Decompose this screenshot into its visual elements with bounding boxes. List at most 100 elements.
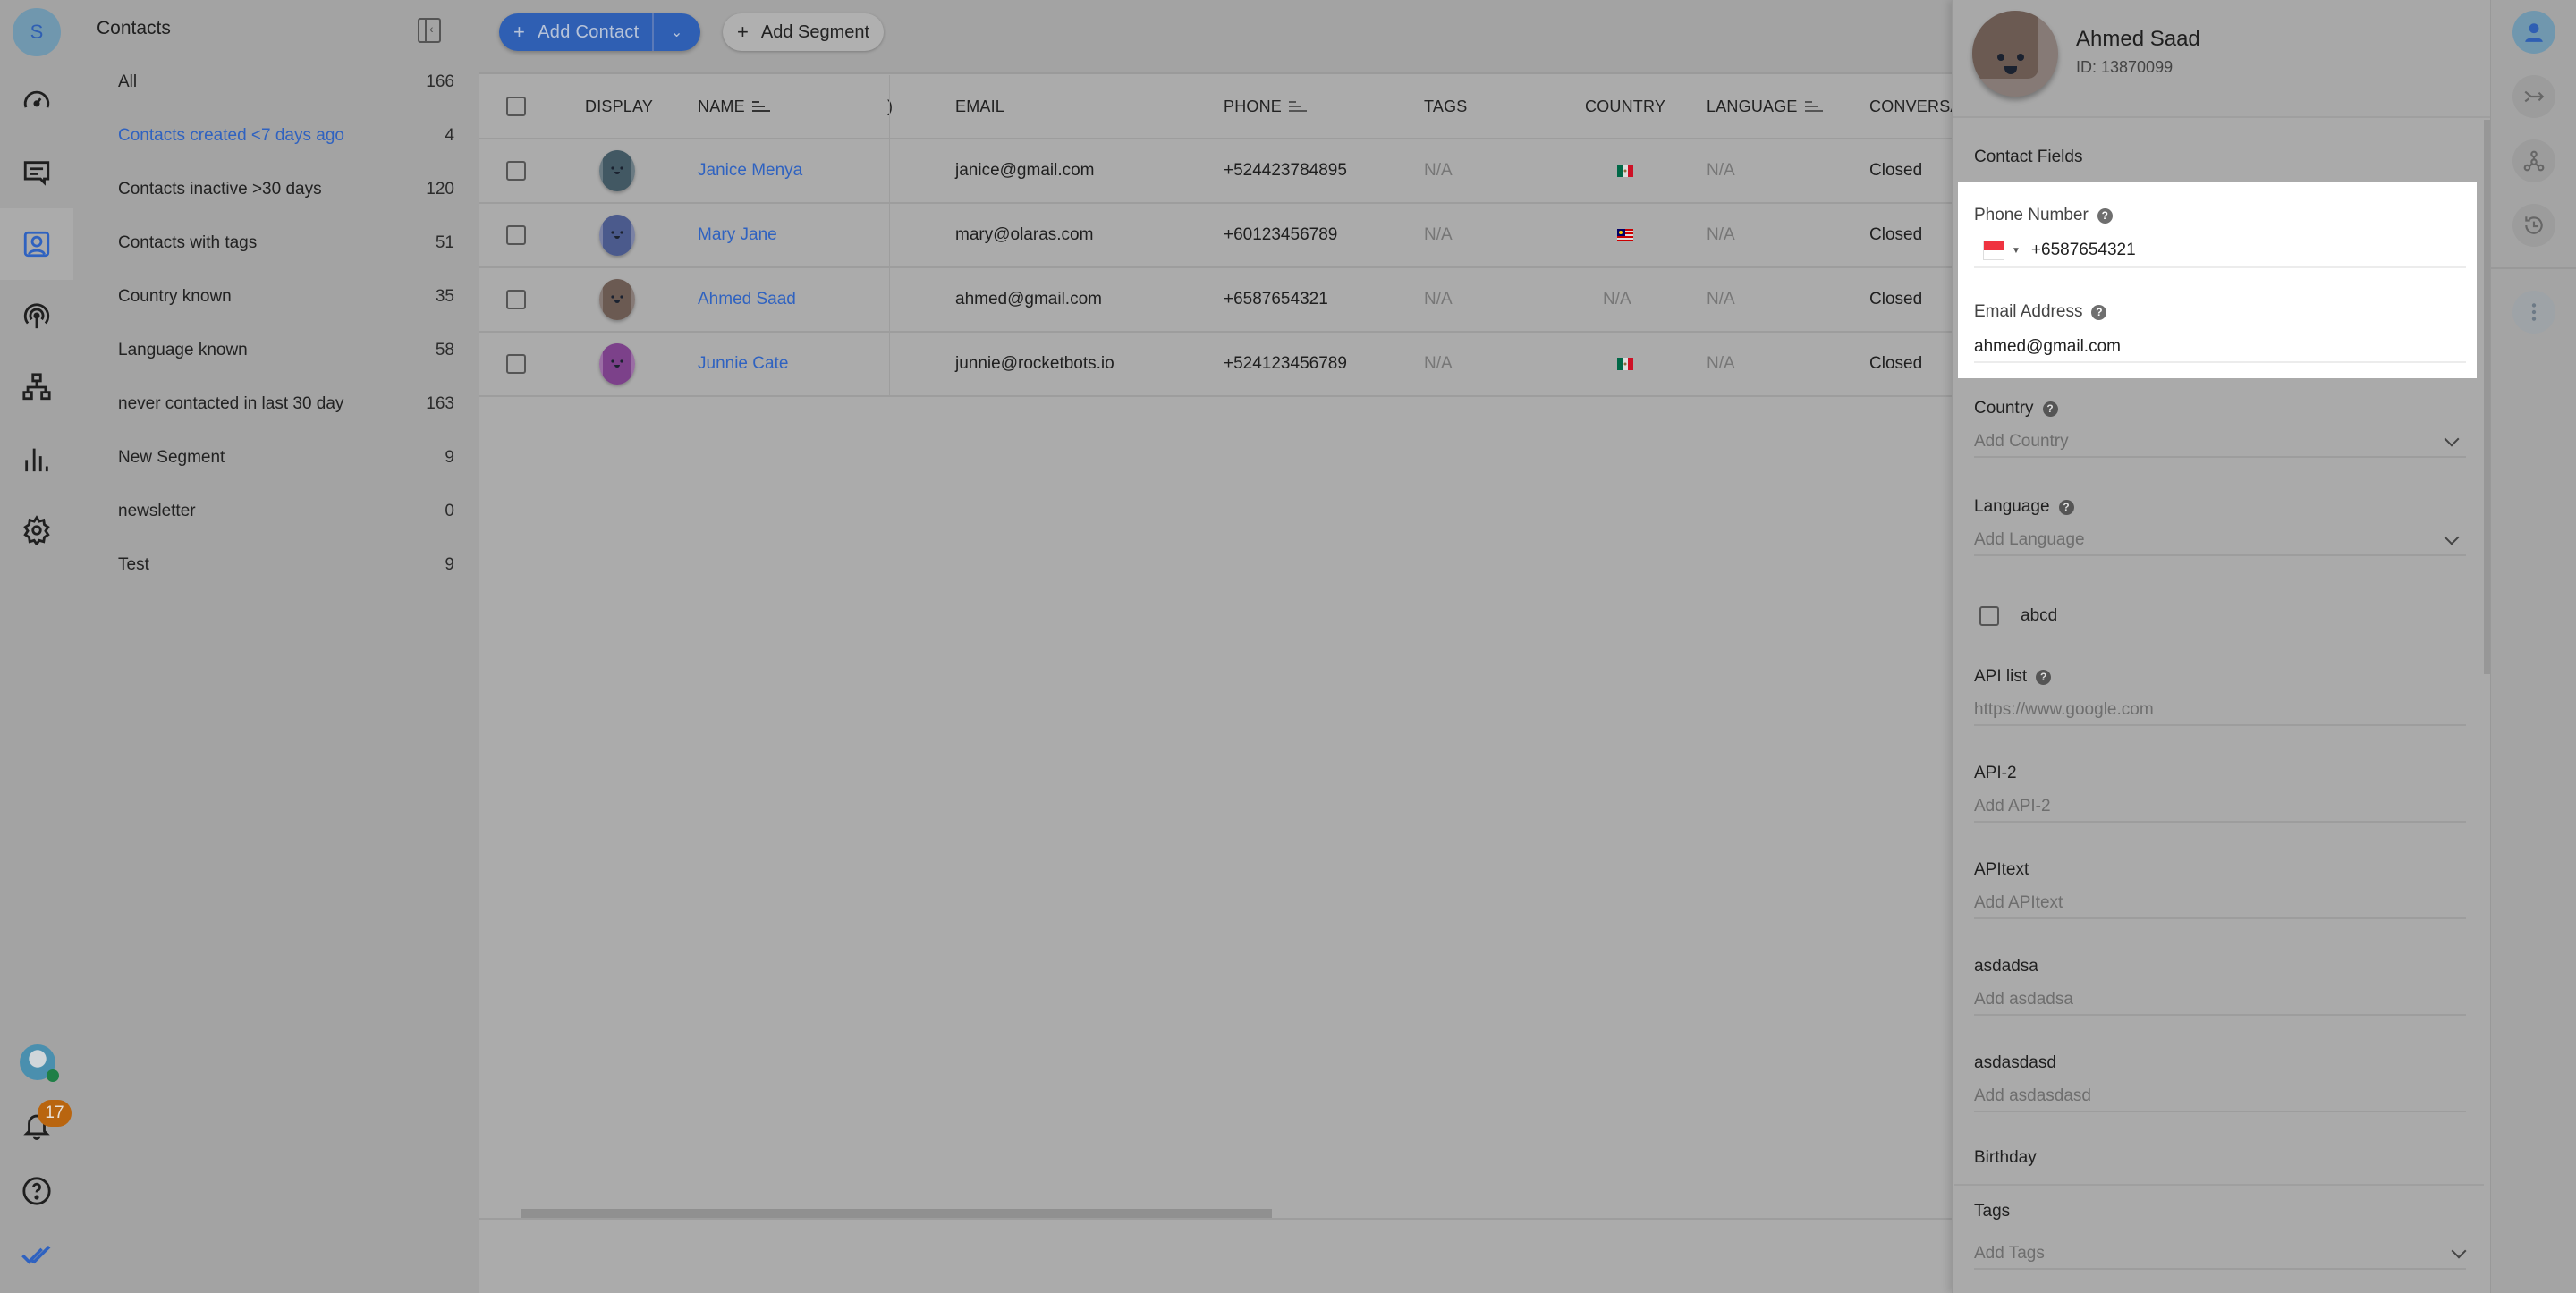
table-row[interactable]: Ahmed Saad ahmed@gmail.com +6587654321 N/A N… bbox=[479, 268, 1952, 333]
asdadsa-input[interactable]: Add asdadsa bbox=[1974, 985, 2466, 1016]
segment-item[interactable]: newsletter 0 bbox=[73, 485, 479, 538]
email-field: Email Address? ahmed@gmail.com bbox=[1974, 302, 2466, 363]
sort-icon[interactable] bbox=[1289, 100, 1308, 113]
tags-cell: N/A bbox=[1424, 161, 1453, 180]
tags-cell: N/A bbox=[1424, 290, 1453, 308]
integrations-button[interactable] bbox=[2512, 139, 2555, 182]
tags-field: Add Tags bbox=[1974, 1239, 2467, 1270]
table-row[interactable]: Mary Jane mary@olaras.com +60123456789 N/A N… bbox=[479, 204, 1952, 268]
merge-button[interactable] bbox=[2512, 75, 2555, 118]
add-contact-dropdown-button[interactable]: ⌄ bbox=[654, 13, 700, 51]
row-checkbox[interactable] bbox=[506, 290, 526, 309]
contact-name-link[interactable]: Janice Menya bbox=[698, 139, 802, 202]
column-header-phone[interactable]: PHONE bbox=[1224, 75, 1308, 138]
contact-name-link[interactable]: Junnie Cate bbox=[698, 333, 788, 395]
language-field: Language? Add Language bbox=[1974, 497, 2466, 556]
singapore-flag-icon[interactable] bbox=[1983, 241, 2004, 260]
language-cell: N/A bbox=[1707, 354, 1735, 373]
row-cell bbox=[506, 333, 526, 395]
row-checkbox[interactable] bbox=[506, 161, 526, 181]
apitext-input[interactable]: Add APItext bbox=[1974, 889, 2466, 919]
email-cell: junnie@rocketbots.io bbox=[955, 354, 1114, 373]
broadcast-icon bbox=[23, 303, 50, 329]
abcd-checkbox[interactable] bbox=[1979, 606, 1999, 626]
help-icon[interactable]: ? bbox=[2097, 207, 2113, 224]
chevron-left-icon: ‹ bbox=[429, 21, 434, 36]
more-options-button[interactable] bbox=[2512, 291, 2555, 334]
language-select[interactable]: Add Language bbox=[1974, 526, 2466, 556]
history-button[interactable] bbox=[2512, 204, 2555, 247]
help-icon[interactable]: ? bbox=[2042, 401, 2058, 417]
gear-icon bbox=[23, 515, 50, 545]
country-placeholder: Add Country bbox=[1974, 432, 2069, 451]
segment-item[interactable]: Country known 35 bbox=[73, 270, 479, 324]
caret-down-icon[interactable]: ▼ bbox=[2012, 246, 2021, 256]
contact-name-link[interactable]: Ahmed Saad bbox=[698, 268, 796, 331]
segment-item[interactable]: never contacted in last 30 day 163 bbox=[73, 377, 479, 431]
segment-item[interactable]: Contacts with tags 51 bbox=[73, 216, 479, 270]
country-select[interactable]: Add Country bbox=[1974, 427, 2466, 458]
contact-header: Ahmed Saad ID: 13870099 bbox=[1953, 0, 2491, 118]
nav-reports[interactable] bbox=[0, 423, 73, 494]
segment-item[interactable]: New Segment 9 bbox=[73, 431, 479, 485]
nav-workflows[interactable] bbox=[0, 351, 73, 423]
workspace-avatar[interactable]: S bbox=[13, 8, 61, 56]
user-avatar[interactable] bbox=[20, 1044, 59, 1082]
segment-label: Contacts with tags bbox=[118, 233, 258, 252]
email-label: Email Address bbox=[1974, 302, 2083, 321]
phone-cell: +60123456789 bbox=[1224, 225, 1338, 244]
add-contact-button[interactable]: + Add Contact bbox=[499, 13, 654, 51]
country-cell: N/A bbox=[1603, 290, 1631, 308]
asdadsa-label: asdadsa bbox=[1974, 957, 2038, 976]
row-checkbox[interactable] bbox=[506, 354, 526, 374]
nav-settings[interactable] bbox=[0, 494, 73, 566]
api-list-input[interactable]: https://www.google.com bbox=[1974, 696, 2466, 726]
column-header-tags: TAGS bbox=[1424, 97, 1468, 115]
select-all-checkbox[interactable] bbox=[506, 97, 526, 116]
row-cell bbox=[506, 204, 526, 266]
section-title: Contact Fields bbox=[1974, 148, 2083, 166]
segment-count: 0 bbox=[445, 502, 454, 520]
segment-item[interactable]: Test 9 bbox=[73, 538, 479, 592]
bar-chart-icon bbox=[25, 448, 48, 472]
column-phone-label: PHONE bbox=[1224, 97, 1283, 115]
table-row[interactable]: Junnie Cate junnie@rocketbots.io +52412345… bbox=[479, 333, 1952, 397]
phone-input[interactable]: +6587654321 bbox=[2031, 241, 2136, 260]
horizontal-scrollbar[interactable] bbox=[521, 1209, 1272, 1218]
segment-item[interactable]: Contacts inactive >30 days 120 bbox=[73, 163, 479, 216]
tags-select[interactable]: Add Tags bbox=[1974, 1239, 2467, 1270]
segment-label: All bbox=[118, 72, 138, 91]
help-icon[interactable]: ? bbox=[2036, 669, 2052, 685]
column-header-name[interactable]: NAME bbox=[698, 75, 770, 138]
api2-label: API-2 bbox=[1974, 764, 2017, 782]
asdasdasd-input[interactable]: Add asdasdasd bbox=[1974, 1082, 2466, 1112]
help-icon[interactable]: ? bbox=[2091, 304, 2107, 320]
segment-item[interactable]: Contacts created <7 days ago 4 bbox=[73, 109, 479, 163]
contact-details-button[interactable] bbox=[2512, 11, 2555, 54]
nav-contacts[interactable] bbox=[0, 208, 73, 280]
segment-label: Contacts created <7 days ago bbox=[118, 126, 344, 145]
row-checkbox[interactable] bbox=[506, 225, 526, 245]
collapse-sidebar-button[interactable]: ‹ bbox=[418, 18, 441, 43]
column-header-language[interactable]: LANGUAGE bbox=[1707, 75, 1823, 138]
nav-broadcasts[interactable] bbox=[0, 280, 73, 351]
help-icon bbox=[22, 1177, 51, 1205]
row-cell bbox=[599, 204, 635, 266]
add-segment-button[interactable]: + Add Segment bbox=[723, 13, 885, 51]
sort-icon[interactable] bbox=[751, 100, 770, 113]
nav-help[interactable] bbox=[0, 1155, 73, 1227]
contact-name-link[interactable]: Mary Jane bbox=[698, 204, 777, 266]
table-header: DISPLAY NAME ) EMAIL PHONE TAGS COUNTRY … bbox=[479, 75, 1961, 139]
divider bbox=[2491, 267, 2576, 269]
segment-item[interactable]: Language known 58 bbox=[73, 324, 479, 377]
help-icon[interactable]: ? bbox=[2058, 499, 2074, 515]
segment-item[interactable]: All 166 bbox=[73, 55, 479, 109]
email-input[interactable]: ahmed@gmail.com bbox=[1974, 337, 2121, 357]
conversation-status-cell: Closed bbox=[1869, 290, 1923, 308]
table-row[interactable]: Janice Menya janice@gmail.com +52442378489… bbox=[479, 139, 1952, 204]
hierarchy-icon bbox=[22, 373, 51, 401]
api2-input[interactable]: Add API-2 bbox=[1974, 792, 2466, 823]
sort-icon[interactable] bbox=[1804, 100, 1823, 113]
nav-dashboard[interactable] bbox=[0, 65, 73, 137]
nav-inbox[interactable] bbox=[0, 137, 73, 208]
